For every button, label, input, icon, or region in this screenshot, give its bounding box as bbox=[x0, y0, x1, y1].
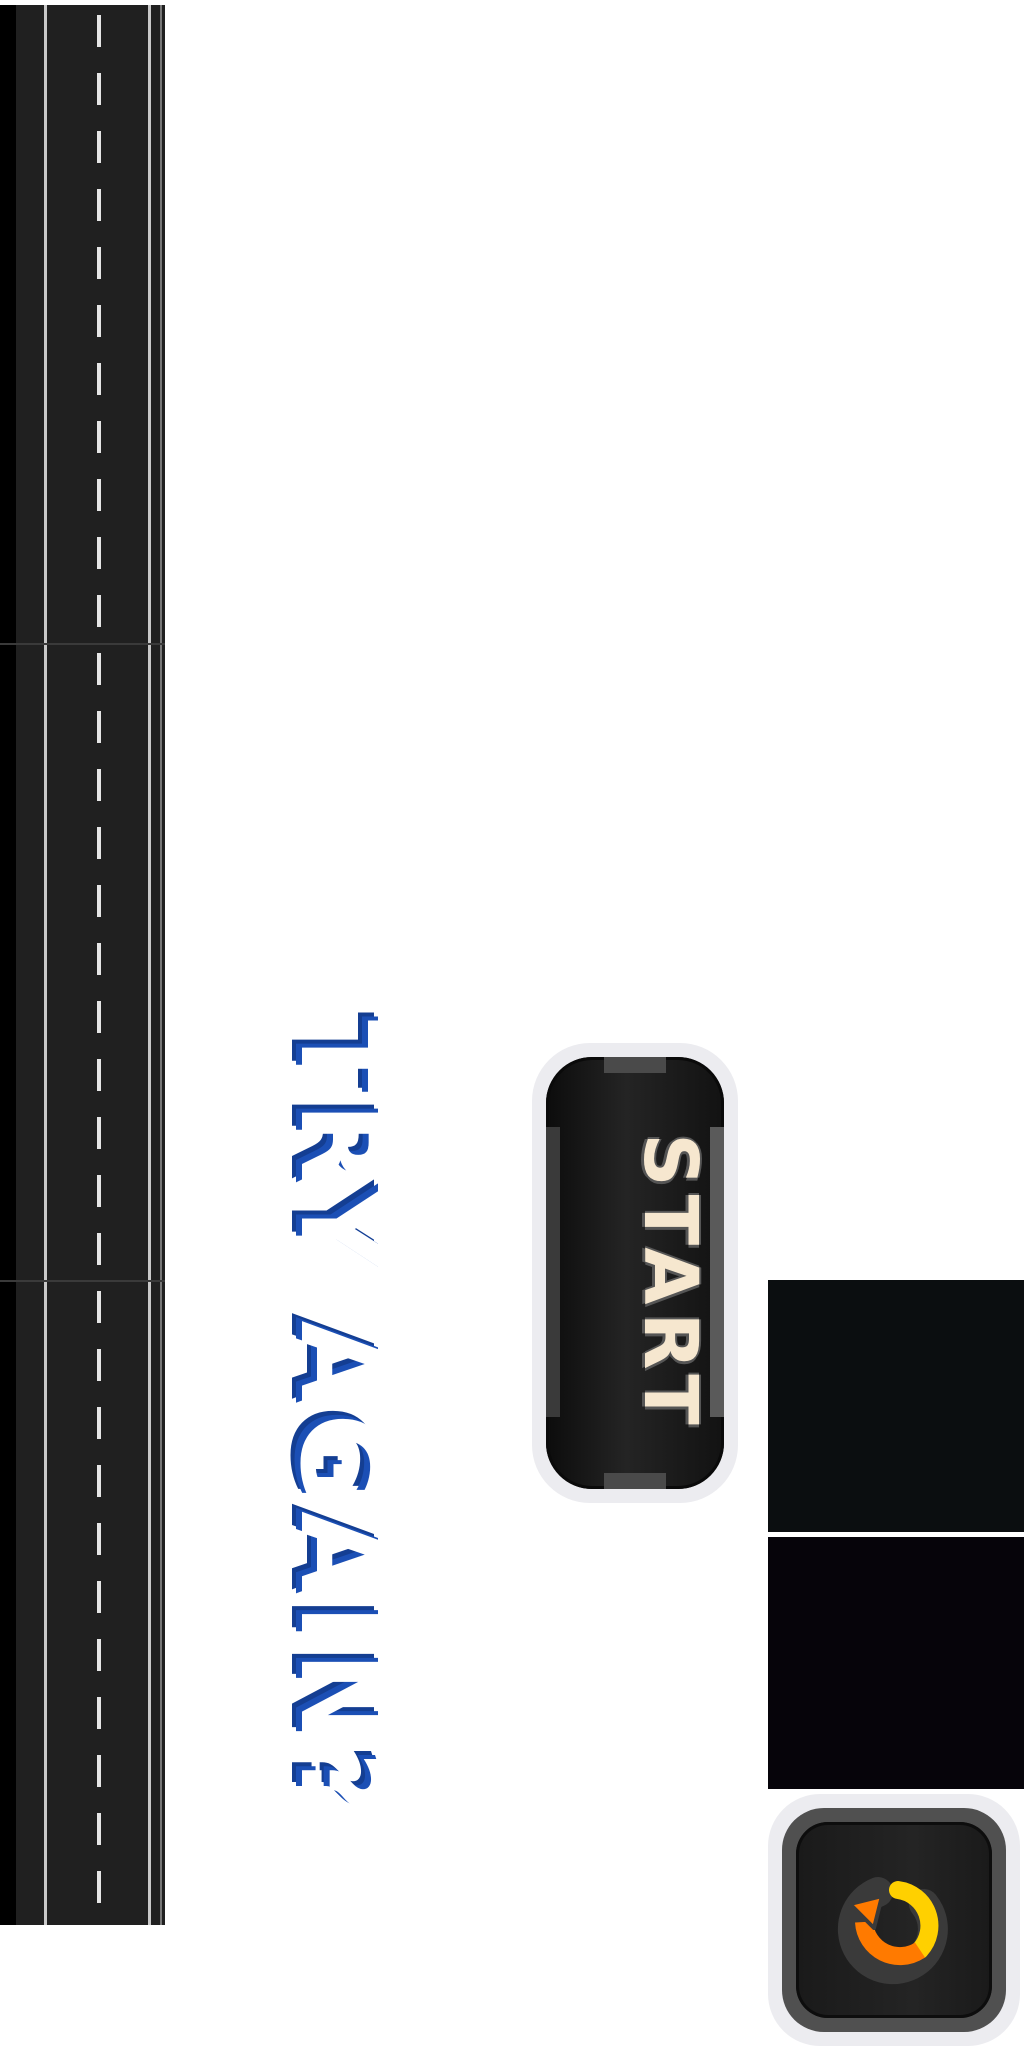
start-button[interactable]: START bbox=[532, 1043, 738, 1503]
road-edge-line-left bbox=[44, 5, 47, 1925]
start-button-tab-left bbox=[546, 1127, 560, 1417]
road-tile-seam bbox=[0, 1280, 165, 1282]
try-again-heading: TRY AGAIN? bbox=[275, 1020, 405, 1823]
road-track bbox=[0, 5, 165, 1925]
start-button-label: START bbox=[627, 1133, 713, 1433]
road-curb bbox=[160, 5, 162, 1925]
dark-panel-upper bbox=[768, 1280, 1024, 1532]
start-button-tab-top bbox=[604, 1057, 666, 1073]
road-edge-line-right bbox=[148, 5, 151, 1925]
lane-divider-dashes bbox=[97, 15, 101, 1915]
dark-panel-lower bbox=[768, 1537, 1024, 1789]
game-over-title: TRY AGAIN? bbox=[275, 1020, 405, 1870]
road-tile-seam bbox=[0, 643, 165, 645]
restart-button[interactable] bbox=[768, 1794, 1020, 2046]
restart-arrow-icon bbox=[837, 1877, 948, 1985]
start-button-tab-bottom bbox=[604, 1473, 666, 1489]
road-surface bbox=[16, 5, 165, 1925]
